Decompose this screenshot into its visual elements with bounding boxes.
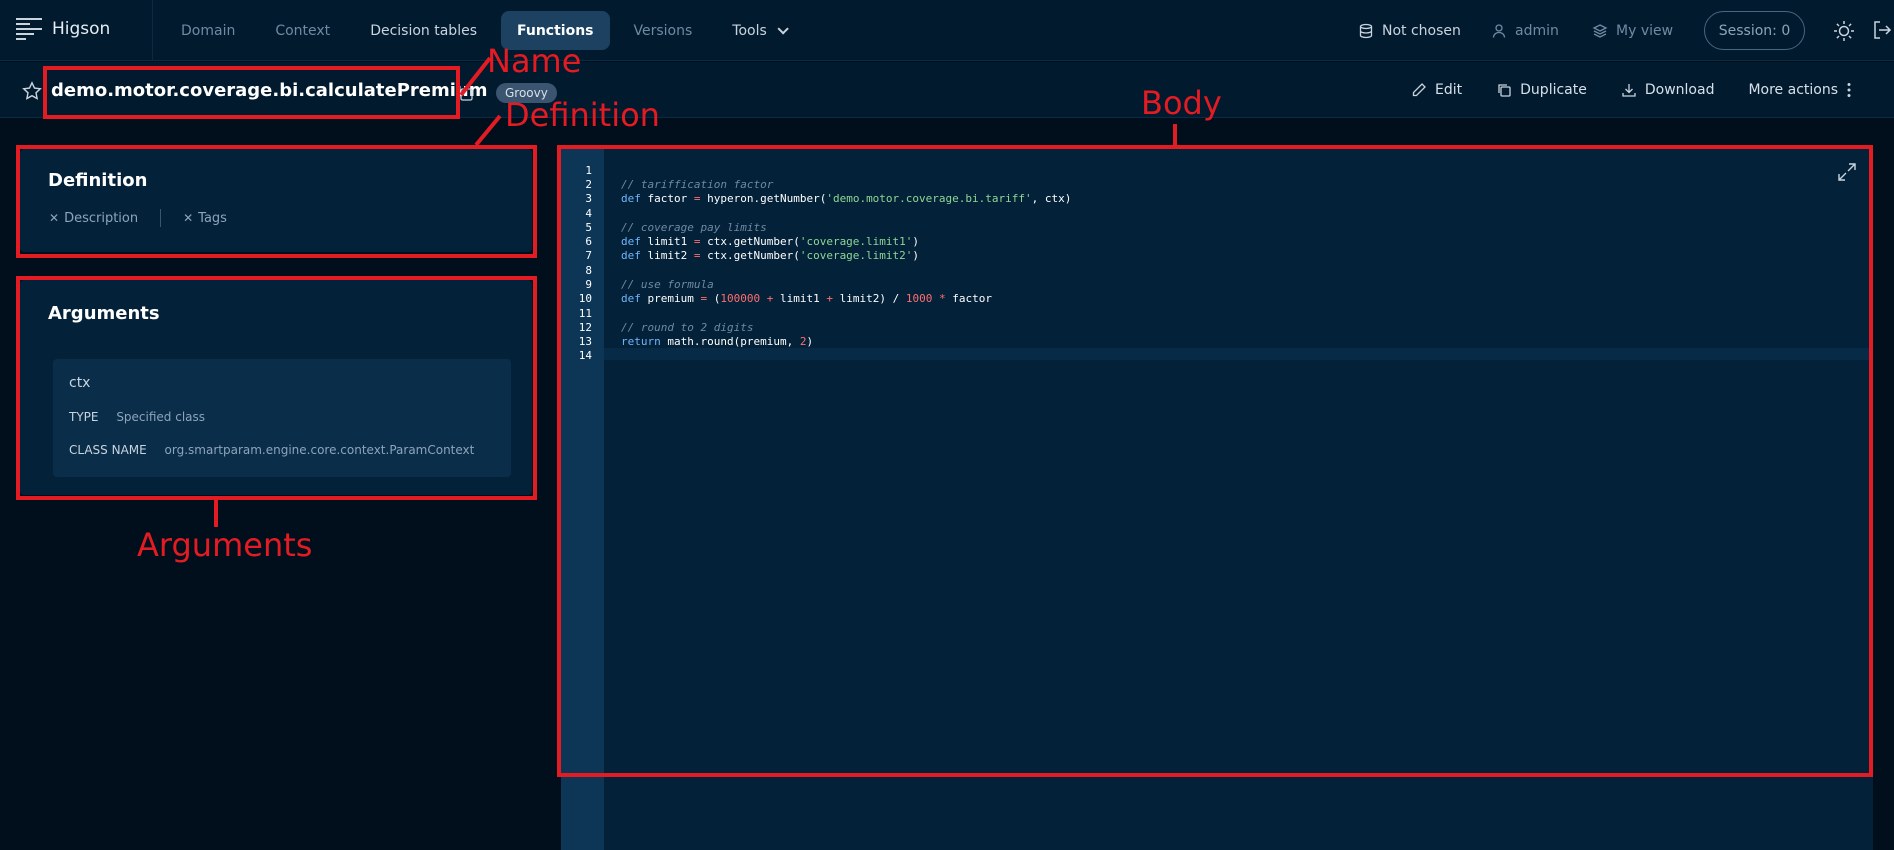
copy-icon[interactable] xyxy=(458,86,474,102)
menu-logo-icon xyxy=(16,18,42,40)
user-name: admin xyxy=(1515,22,1559,39)
duplicate-button[interactable]: Duplicate xyxy=(1496,82,1587,98)
main-nav: Domain Context Decision tables Functions… xyxy=(165,11,801,50)
nav-context[interactable]: Context xyxy=(259,11,346,50)
view-selector[interactable]: My view xyxy=(1592,0,1673,61)
annotation-definition-label: Definition xyxy=(505,96,660,134)
layers-icon xyxy=(1592,23,1608,38)
more-actions-button[interactable]: More actions xyxy=(1748,82,1852,98)
database-icon xyxy=(1359,23,1373,38)
nav-decision-tables[interactable]: Decision tables xyxy=(354,11,493,50)
duplicate-icon xyxy=(1498,84,1511,97)
logout-icon[interactable] xyxy=(1872,20,1892,40)
star-icon[interactable] xyxy=(22,81,42,101)
view-label: My view xyxy=(1616,22,1674,39)
edit-button[interactable]: Edit xyxy=(1411,82,1462,98)
annotation-body-box xyxy=(557,145,1873,777)
annotation-definition-box xyxy=(16,145,537,258)
download-button[interactable]: Download xyxy=(1621,82,1714,98)
session-button[interactable]: Session: 0 xyxy=(1704,11,1805,50)
annotation-name-box xyxy=(43,66,460,119)
user-icon xyxy=(1492,23,1506,38)
sun-icon[interactable] xyxy=(1833,20,1855,42)
annotation-arguments-label: Arguments xyxy=(137,526,313,564)
top-navigation-bar: Higson Domain Context Decision tables Fu… xyxy=(0,0,1894,61)
nav-divider xyxy=(152,0,153,61)
annotation-arguments-box xyxy=(16,276,537,500)
function-actions: Edit Duplicate Download More actions xyxy=(1411,62,1852,118)
download-icon xyxy=(1622,84,1636,97)
nav-versions[interactable]: Versions xyxy=(618,11,709,50)
nav-tools[interactable]: Tools xyxy=(716,11,801,50)
user-menu[interactable]: admin xyxy=(1491,0,1559,61)
annotation-body-label: Body xyxy=(1141,84,1222,122)
nav-domain[interactable]: Domain xyxy=(165,11,251,50)
environment-label: Not chosen xyxy=(1382,22,1461,39)
annotation-name-label: Name xyxy=(487,42,582,80)
more-vertical-icon xyxy=(1847,83,1851,97)
app-name: Higson xyxy=(52,19,111,39)
chevron-down-icon xyxy=(777,22,789,35)
environment-selector[interactable]: Not chosen xyxy=(1358,0,1461,61)
app-logo[interactable]: Higson xyxy=(16,18,110,40)
pencil-icon xyxy=(1412,83,1426,97)
